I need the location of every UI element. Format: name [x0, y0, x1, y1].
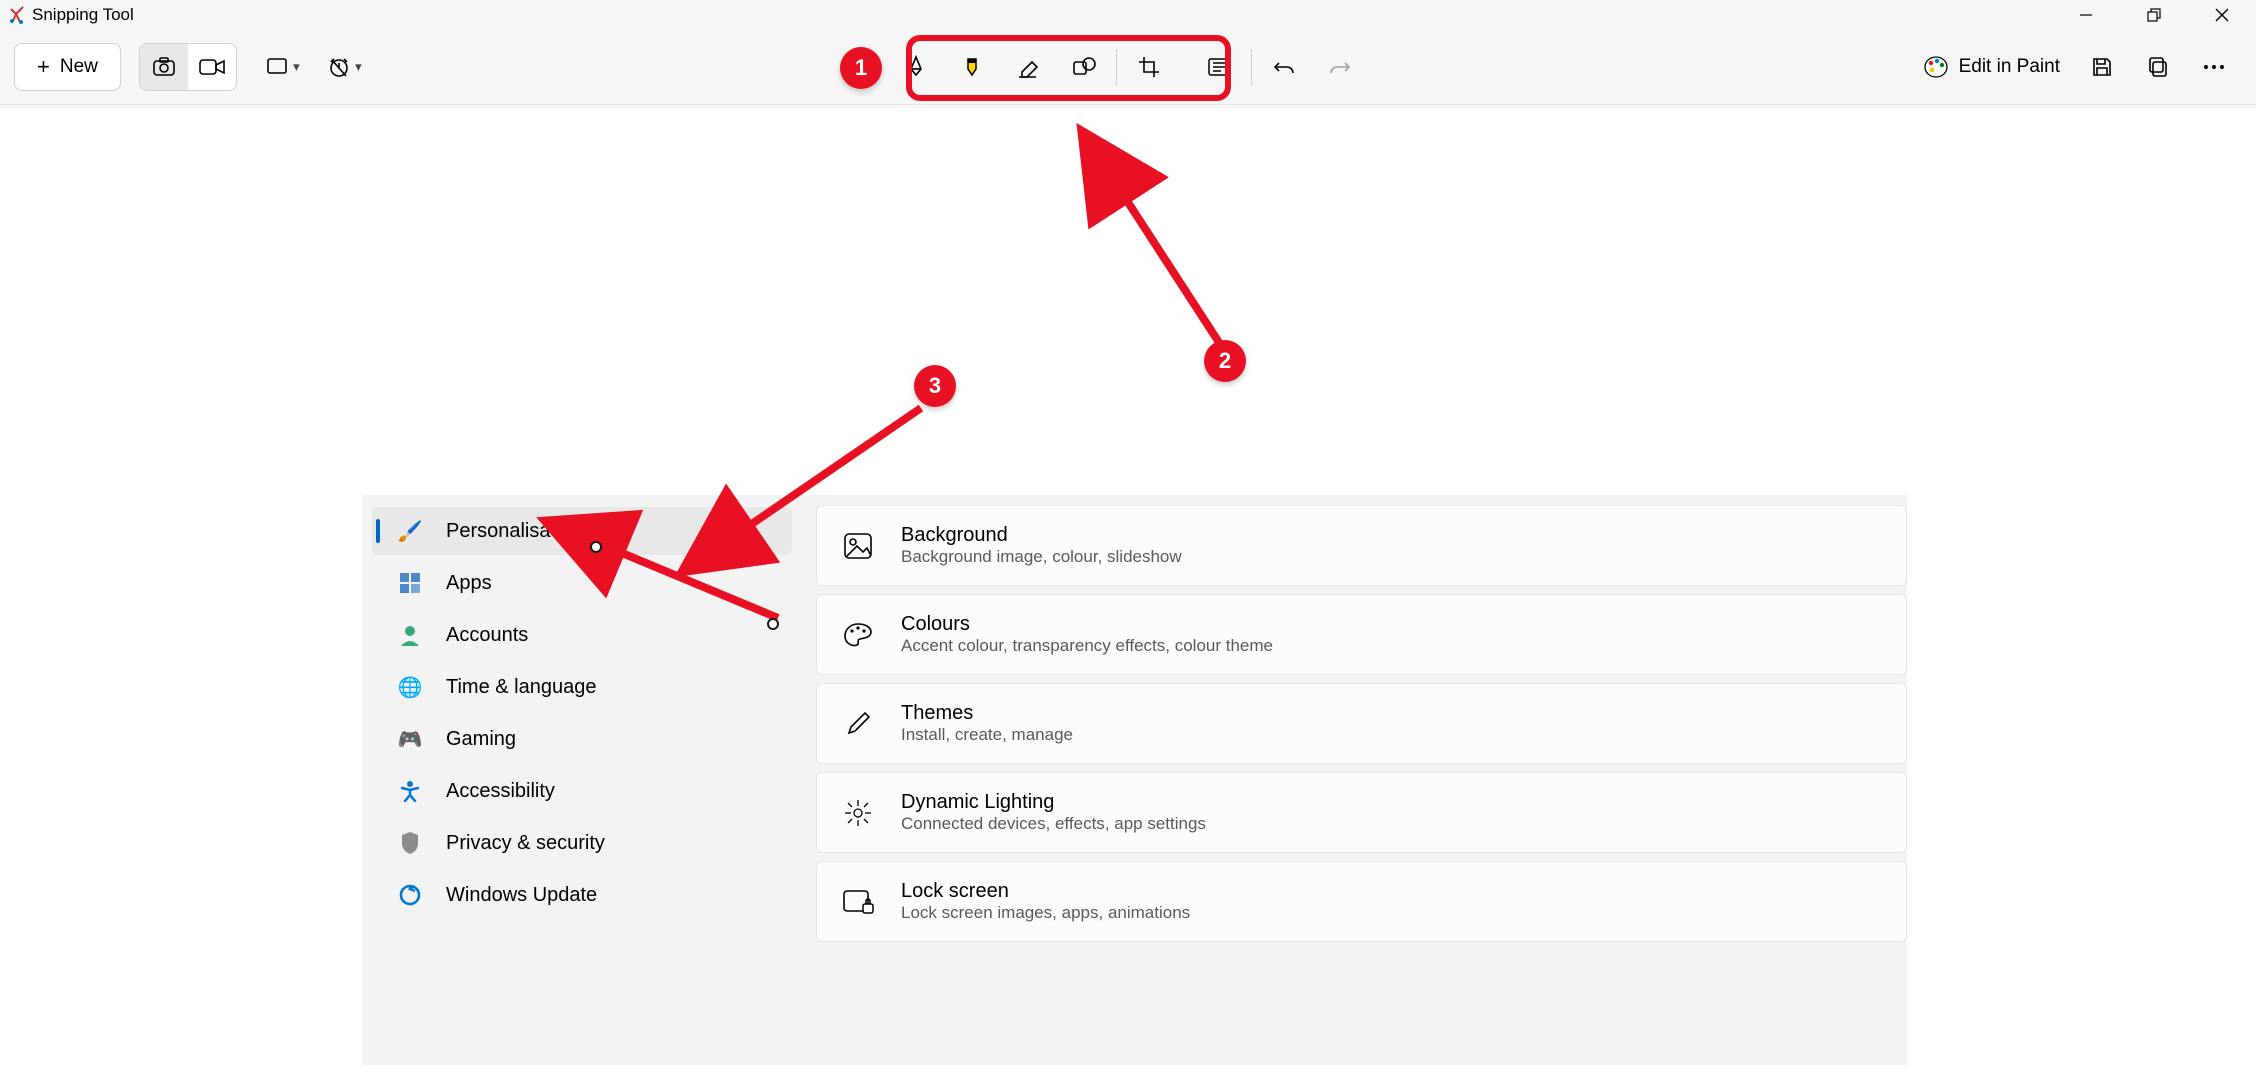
close-button[interactable]	[2188, 0, 2256, 30]
capture-mode-group	[139, 43, 237, 91]
arrow-handle-head[interactable]	[590, 541, 602, 553]
paintbrush-icon: 🖌️	[396, 517, 424, 545]
app-icon	[8, 6, 26, 24]
sidebar-item-accessibility[interactable]: Accessibility	[372, 767, 792, 815]
annotation-red-box	[906, 35, 1231, 101]
globe-clock-icon: 🌐	[396, 673, 424, 701]
card-lock-screen[interactable]: Lock screenLock screen images, apps, ani…	[816, 861, 1907, 942]
palette-outline-icon	[841, 618, 875, 652]
window-controls	[2052, 0, 2256, 30]
card-dynamic-lighting[interactable]: Dynamic LightingConnected devices, effec…	[816, 772, 1907, 853]
step-badge-2: 2	[1204, 340, 1246, 382]
shield-icon	[396, 829, 424, 857]
sidebar-item-personalisation[interactable]: 🖌️ Personalisation	[372, 507, 792, 555]
sidebar-item-windows-update[interactable]: Windows Update	[372, 871, 792, 919]
app-title: Snipping Tool	[32, 5, 134, 25]
copy-button[interactable]	[2130, 44, 2186, 90]
apps-icon	[396, 569, 424, 597]
accessibility-icon	[396, 777, 424, 805]
brush-icon	[841, 707, 875, 741]
step-badge-3: 3	[914, 365, 956, 407]
sidebar-item-gaming[interactable]: 🎮 Gaming	[372, 715, 792, 763]
new-label: New	[60, 56, 98, 78]
image-icon	[841, 529, 875, 563]
sparkle-icon	[841, 796, 875, 830]
edit-in-paint-label: Edit in Paint	[1959, 56, 2060, 78]
step-badge-1: 1	[840, 47, 882, 89]
redo-button[interactable]	[1312, 44, 1368, 90]
card-colours[interactable]: ColoursAccent colour, transparency effec…	[816, 594, 1907, 675]
minimize-button[interactable]	[2052, 0, 2120, 30]
sidebar-item-privacy-security[interactable]: Privacy & security	[372, 819, 792, 867]
sidebar-item-apps[interactable]: Apps	[372, 559, 792, 607]
undo-button[interactable]	[1256, 44, 1312, 90]
sidebar-item-time-language[interactable]: 🌐 Time & language	[372, 663, 792, 711]
save-button[interactable]	[2074, 44, 2130, 90]
settings-content: BackgroundBackground image, colour, slid…	[802, 495, 1907, 1065]
more-button[interactable]	[2186, 44, 2242, 90]
palette-icon	[1923, 55, 1949, 79]
sidebar-item-accounts[interactable]: Accounts	[372, 611, 792, 659]
snip-video-button[interactable]	[188, 44, 236, 90]
new-button[interactable]: + New	[14, 43, 121, 91]
title-bar: Snipping Tool	[0, 0, 2256, 30]
edit-in-paint-button[interactable]: Edit in Paint	[1909, 47, 2074, 87]
lock-screen-icon	[841, 885, 875, 919]
settings-sidebar: 🖌️ Personalisation Apps Accounts 🌐 Time …	[362, 495, 802, 1065]
person-icon	[396, 621, 424, 649]
card-background[interactable]: BackgroundBackground image, colour, slid…	[816, 505, 1907, 586]
captured-screenshot: 🖌️ Personalisation Apps Accounts 🌐 Time …	[362, 495, 1907, 1065]
delay-dropdown[interactable]	[317, 44, 373, 90]
maximize-button[interactable]	[2120, 0, 2188, 30]
arrow-handle-tail[interactable]	[767, 618, 779, 630]
plus-icon: +	[37, 54, 50, 80]
snip-shape-dropdown[interactable]	[255, 44, 311, 90]
gamepad-icon: 🎮	[396, 725, 424, 753]
snip-image-button[interactable]	[140, 44, 188, 90]
card-themes[interactable]: ThemesInstall, create, manage	[816, 683, 1907, 764]
update-icon	[396, 881, 424, 909]
